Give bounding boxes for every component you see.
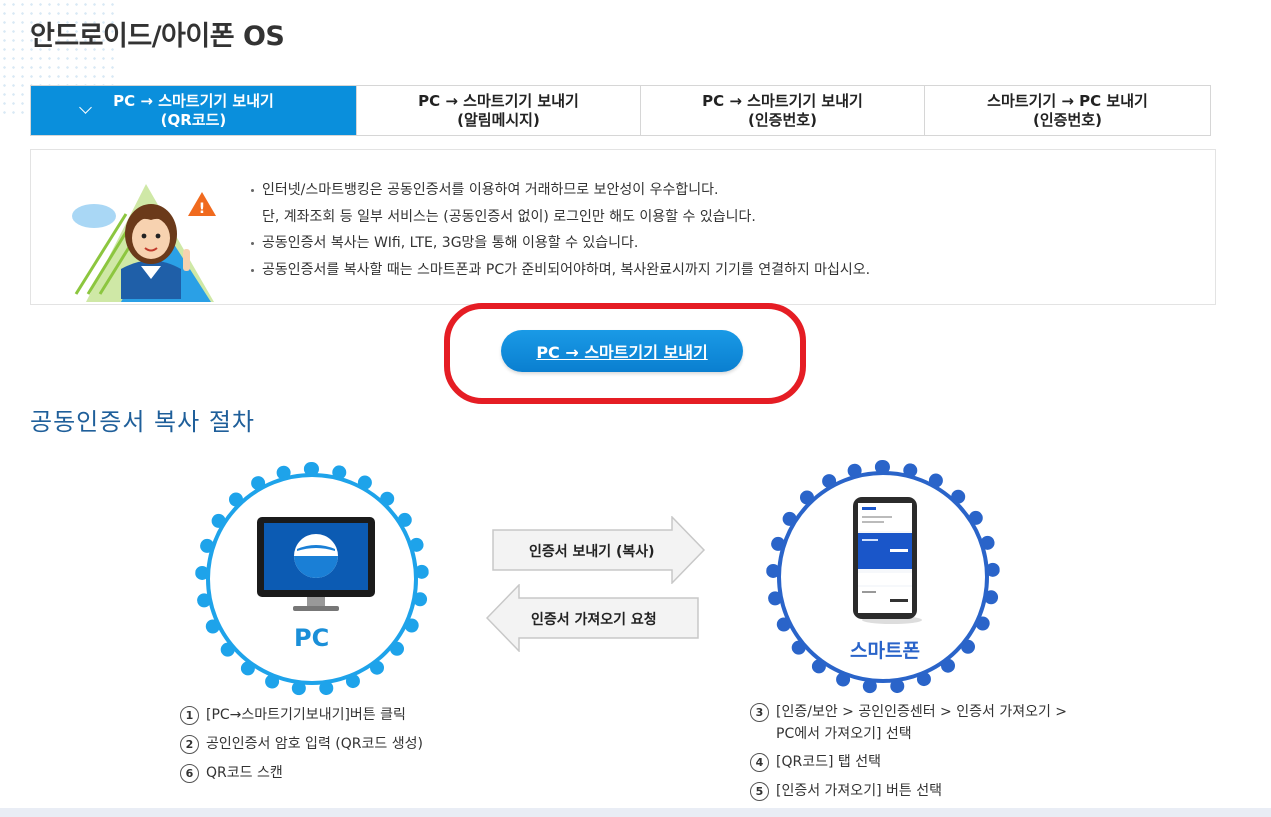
tab-sublabel: (QR코드): [160, 110, 227, 129]
tab-smart-to-pc[interactable]: 스마트기기 → PC 보내기 (인증번호): [924, 86, 1210, 135]
tab-sublabel: (인증번호): [748, 110, 817, 129]
step-number: 6: [180, 764, 199, 783]
info-item: 인터넷/스마트뱅킹은 공동인증서를 이용하여 거래하므로 보안성이 우수합니다.: [249, 177, 870, 204]
chevron-down-icon: [79, 101, 92, 114]
smartphone-label: 스마트폰: [850, 640, 920, 662]
step-text: [인증서 가져오기] 버튼 선택: [776, 783, 942, 799]
bottom-bar: [0, 808, 1271, 817]
tab-label: PC → 스마트기기 보내기: [418, 91, 579, 110]
svg-text:!: !: [199, 201, 205, 217]
info-item: 단, 계좌조회 등 일부 서비스는 (공동인증서 없이) 로그인만 해도 이용할…: [262, 208, 756, 225]
step-item: 3 [인증/보안 > 공인인증센터 > 인증서 가져오기 > PC에서 가져오기] …: [750, 701, 1067, 745]
steps-left: 1 [PC→스마트기기보내기]버튼 클릭 2 공인인증서 암호 입력 (QR코드 생…: [180, 701, 423, 788]
tab-notification[interactable]: PC → 스마트기기 보내기 (알림메시지): [356, 86, 640, 135]
step-text-continued: PC에서 가져오기] 선택: [776, 726, 912, 742]
tab-bar: PC → 스마트기기 보내기 (QR코드) PC → 스마트기기 보내기 (알림메시…: [30, 85, 1211, 136]
page-title: 안드로이드/아이폰 OS: [30, 21, 285, 52]
tab-label: PC → 스마트기기 보내기: [113, 91, 274, 110]
tab-label: 스마트기기 → PC 보내기: [987, 91, 1148, 110]
info-list: 인터넷/스마트뱅킹은 공동인증서를 이용하여 거래하므로 보안성이 우수합니다.…: [249, 177, 870, 283]
step-item: 4 [QR코드] 탭 선택: [750, 751, 1067, 773]
tab-label: PC → 스마트기기 보내기: [702, 91, 863, 110]
section-title: 공동인증서 복사 절차: [30, 408, 255, 436]
steps-right: 3 [인증/보안 > 공인인증센터 > 인증서 가져오기 > PC에서 가져오기] …: [750, 701, 1067, 802]
pc-label: PC: [294, 624, 330, 652]
monitor-icon: [257, 517, 375, 611]
pc-to-smart-send-button[interactable]: PC → 스마트기기 보내기: [501, 330, 743, 372]
arrow-send-label: 인증서 보내기 (복사): [529, 544, 655, 560]
smartphone-icon: [853, 497, 922, 624]
step-number: 5: [750, 782, 769, 801]
step-item: 6 QR코드 스캔: [180, 759, 423, 788]
step-number: 1: [180, 706, 199, 725]
step-item: 5 [인증서 가져오기] 버튼 선택: [750, 780, 1067, 802]
info-item: 공동인증서 복사는 WIfi, LTE, 3G망을 통해 이용할 수 있습니다.: [249, 230, 870, 257]
step-text: [QR코드] 탭 선택: [776, 754, 881, 770]
info-item: 공동인증서를 복사할 때는 스마트폰과 PC가 준비되어야하며, 복사완료시까지…: [249, 257, 870, 284]
step-number: 2: [180, 735, 199, 754]
tab-sublabel: (알림메시지): [457, 110, 540, 129]
tab-sublabel: (인증번호): [1033, 110, 1102, 129]
arrow-request-label: 인증서 가져오기 요청: [531, 612, 657, 628]
step-text: 공인인증서 암호 입력 (QR코드 생성): [206, 736, 423, 752]
step-text: [PC→스마트기기보내기]버튼 클릭: [206, 707, 406, 723]
step-item: 1 [PC→스마트기기보내기]버튼 클릭: [180, 701, 423, 730]
consultant-illustration: !: [72, 184, 216, 302]
step-text: QR코드 스캔: [206, 765, 283, 781]
tab-auth-number[interactable]: PC → 스마트기기 보내기 (인증번호): [640, 86, 924, 135]
step-number: 3: [750, 703, 769, 722]
step-item: 2 공인인증서 암호 입력 (QR코드 생성): [180, 730, 423, 759]
tab-qr-code[interactable]: PC → 스마트기기 보내기 (QR코드): [31, 86, 356, 135]
info-box: ! 인터넷/스마트뱅킹은 공동인증서를 이용하여 거래하므로 보안성이 우수합니…: [30, 149, 1216, 305]
step-text: [인증/보안 > 공인인증센터 > 인증서 가져오기 >: [776, 704, 1068, 720]
step-number: 4: [750, 753, 769, 772]
